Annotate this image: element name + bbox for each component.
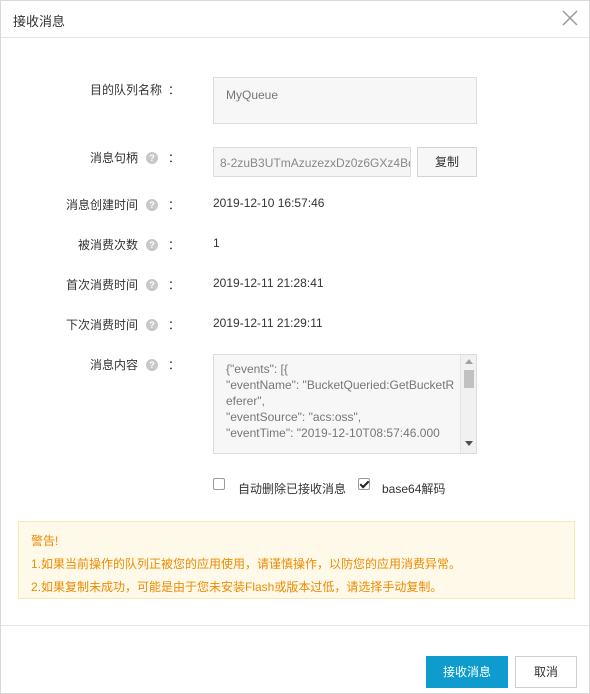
queue-name-value: MyQueue [226,88,279,102]
cancel-button[interactable]: 取消 [515,656,577,688]
content-label: 消息内容 [89,358,138,372]
receive-message-button[interactable]: 接收消息 [426,656,508,688]
scroll-up-arrow-icon[interactable] [465,359,473,364]
base64-decode-checkbox[interactable] [358,478,370,490]
colon: ： [168,238,181,252]
content-scrollbar[interactable] [460,355,476,453]
base64-decode-label: base64解码 [382,482,446,496]
colon: ： [168,318,181,332]
warning-panel: 警告! 1.如果当前操作的队列正被您的应用使用，请谨慎操作，以防您的应用消费异常… [18,521,575,599]
help-icon[interactable]: ? [146,238,158,251]
receipt-handle-value: 8-2zuB3UTmAzuzezxDz0z6GXz4BdHZ [220,156,411,170]
scroll-thumb[interactable] [464,370,474,388]
created-time-label-row: 消息创建时间 ? ： [1,196,181,213]
close-icon[interactable] [559,7,581,29]
footer-divider [1,625,589,626]
dequeue-count-label-row: 被消费次数 ? ： [1,236,181,253]
next-visible-time-label: 下次消费时间 [65,318,138,332]
queue-name-label: 目的队列名称 [89,83,162,97]
created-time-value: 2019-12-10 16:57:46 [213,196,325,210]
next-visible-time-value: 2019-12-11 21:29:11 [213,316,323,330]
receipt-handle-label-row: 消息句柄 ? ： [1,149,181,166]
first-dequeue-time-label: 首次消费时间 [65,278,138,292]
help-icon[interactable]: ? [146,151,158,164]
help-icon[interactable]: ? [146,198,158,211]
dequeue-count-value: 1 [213,236,220,250]
warning-line-1: 1.如果当前操作的队列正被您的应用使用，请谨慎操作，以防您的应用消费异常。 [31,557,462,571]
help-icon[interactable]: ? [146,278,158,291]
colon: ： [168,151,181,165]
copy-button[interactable]: 复制 [417,147,477,177]
message-content-value: {"events": [{ "eventName": "BucketQuerie… [226,362,455,440]
first-dequeue-time-value: 2019-12-11 21:28:41 [213,276,324,290]
receive-message-dialog: 接收消息 目的队列名称 ： MyQueue 消息句柄 ? ： 8-2zuB3UT… [0,0,590,694]
dequeue-count-label: 被消费次数 [77,238,138,252]
content-label-row: 消息内容 ? ： [1,356,181,373]
help-icon[interactable]: ? [146,318,158,331]
auto-delete-checkbox[interactable] [213,478,225,490]
message-content-textarea[interactable]: {"events": [{ "eventName": "BucketQuerie… [213,354,477,454]
queue-name-field: MyQueue [213,77,477,124]
dialog-header: 接收消息 [1,1,589,38]
dialog-title: 接收消息 [13,14,66,29]
auto-delete-label: 自动删除已接收消息 [238,482,347,496]
colon: ： [168,83,181,97]
colon: ： [168,198,181,212]
help-icon[interactable]: ? [146,358,158,371]
created-time-label: 消息创建时间 [65,198,138,212]
scroll-down-arrow-icon[interactable] [465,441,473,446]
receipt-handle-input[interactable]: 8-2zuB3UTmAzuzezxDz0z6GXz4BdHZ [213,147,411,177]
warning-title: 警告! [31,534,59,548]
queue-name-label-row: 目的队列名称 ： [1,81,181,98]
warning-line-2: 2.如果复制未成功，可能是由于您未安装Flash或版本过低，请选择手动复制。 [31,580,443,594]
next-visible-time-label-row: 下次消费时间 ? ： [1,316,181,333]
colon: ： [168,278,181,292]
receipt-handle-label: 消息句柄 [89,151,138,165]
first-dequeue-time-label-row: 首次消费时间 ? ： [1,276,181,293]
colon: ： [168,358,181,372]
